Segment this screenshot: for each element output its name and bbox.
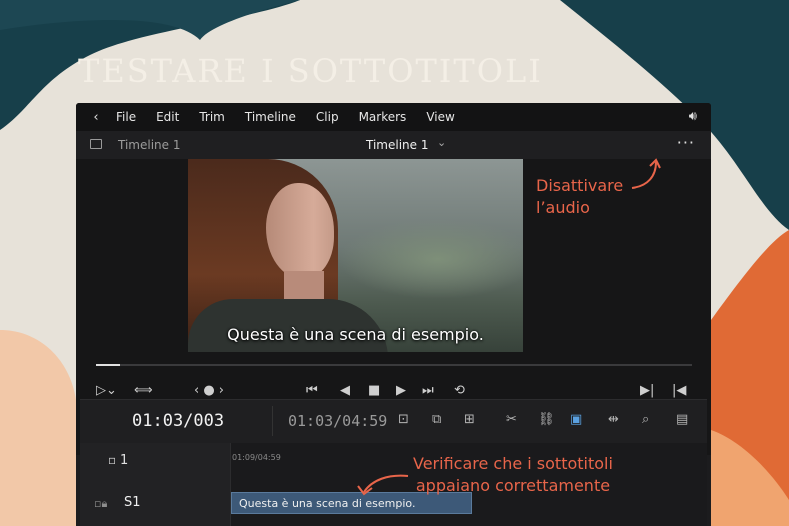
video-frame[interactable]: Questa è una scena di esempio. bbox=[188, 159, 523, 352]
check-annotation-line2: appaiano correttamente bbox=[415, 476, 611, 495]
mute-annotation-line2: l’audio bbox=[536, 198, 590, 217]
menu-edit[interactable]: Edit bbox=[156, 110, 179, 124]
arrow-to-menu bbox=[631, 158, 661, 189]
woman-face bbox=[266, 183, 334, 279]
timeline-tab-bar: Timeline 1 Timeline 1 ⌄ ··· bbox=[76, 131, 711, 160]
skip-end-icon[interactable]: ⏭︎ bbox=[422, 383, 434, 398]
scrubber-progress bbox=[96, 364, 120, 366]
viewer-left-panel bbox=[76, 159, 188, 352]
jog-icon[interactable]: ‹ ● › bbox=[194, 383, 224, 398]
film-icon: ▫ bbox=[108, 453, 117, 467]
overwrite-clip-icon[interactable]: ⧉ bbox=[432, 412, 441, 427]
timeline-title[interactable]: Timeline 1 bbox=[366, 138, 428, 152]
divider bbox=[272, 406, 273, 436]
subtitle-tool-icon[interactable]: ▣ bbox=[570, 412, 582, 427]
loop-icon[interactable]: ⟲ bbox=[454, 383, 465, 398]
chevron-down-icon[interactable]: ⌄ bbox=[437, 136, 446, 149]
current-timecode: 01:03/003 bbox=[132, 411, 225, 431]
menu-bar: ‹ File Edit Trim Timeline Clip Markers V… bbox=[76, 103, 711, 131]
menu-trim[interactable]: Trim bbox=[199, 110, 225, 124]
skip-start-icon[interactable]: ⏮︎ bbox=[306, 383, 318, 398]
menu-markers[interactable]: Markers bbox=[359, 110, 407, 124]
menu-timeline[interactable]: Timeline bbox=[245, 110, 296, 124]
mark-in-icon[interactable]: ▶| bbox=[640, 383, 654, 398]
pointer-tool-icon[interactable]: ▷⌄ bbox=[96, 383, 117, 398]
menu-view[interactable]: View bbox=[426, 110, 454, 124]
timeline-toolbar: 01:03/003 01:03/04:59 ⊡ ⧉ ⊞ ✂ ⛓ ▣ ⇹ ⌕ ▤ bbox=[80, 399, 707, 444]
duration-timecode: 01:03/04:59 bbox=[288, 412, 388, 430]
mute-annotation: Disattivare l’audio bbox=[536, 175, 623, 219]
play-icon[interactable]: ▶ bbox=[396, 383, 406, 398]
editor-window: ‹ File Edit Trim Timeline Clip Markers V… bbox=[76, 103, 711, 526]
subtitle-track-label: S1 bbox=[124, 495, 141, 510]
page-heading: TESTARE I SOTTOTITOLI bbox=[78, 52, 543, 90]
subtitle-overlay: Questa è una scena di esempio. bbox=[227, 325, 484, 344]
playback-scrubber[interactable] bbox=[96, 364, 692, 366]
track-headers bbox=[80, 443, 231, 526]
audio-meter-icon[interactable]: ▤ bbox=[676, 412, 688, 427]
menu-file[interactable]: File bbox=[116, 110, 136, 124]
insert-clip-icon[interactable]: ⊡ bbox=[398, 412, 409, 427]
stop-icon[interactable]: ■ bbox=[368, 383, 380, 398]
trim-icon[interactable]: ⇹ bbox=[608, 412, 619, 427]
snap-icon[interactable]: ⟺ bbox=[134, 383, 153, 398]
menu-clip[interactable]: Clip bbox=[316, 110, 339, 124]
timeline-tab[interactable]: Timeline 1 bbox=[118, 138, 180, 152]
arrow-to-clip bbox=[357, 474, 409, 496]
video-track-label: 1 bbox=[120, 453, 129, 468]
play-reverse-icon[interactable]: ◀ bbox=[340, 383, 350, 398]
timeline-ruler: 01:09/04:59 bbox=[232, 453, 281, 462]
replace-clip-icon[interactable]: ⊞ bbox=[464, 412, 475, 427]
chevron-left-icon[interactable]: ‹ bbox=[76, 110, 116, 125]
mark-out-icon[interactable]: |◀ bbox=[672, 383, 686, 398]
more-options-icon[interactable]: ··· bbox=[677, 133, 695, 152]
monitor-icon[interactable] bbox=[90, 139, 102, 149]
zoom-icon[interactable]: ⌕ bbox=[642, 412, 649, 427]
mute-annotation-line1: Disattivare bbox=[536, 176, 624, 195]
lock-icon[interactable]: ▫🔒︎ bbox=[94, 497, 107, 511]
link-icon[interactable]: ⛓ bbox=[538, 412, 555, 427]
background-window-blur bbox=[338, 219, 523, 299]
razor-icon[interactable]: ✂ bbox=[506, 412, 517, 427]
check-annotation: Verificare che i sottotitoli appaiano co… bbox=[413, 453, 613, 497]
speaker-volume-icon[interactable]: 🔊︎ bbox=[689, 109, 697, 124]
check-annotation-line1: Verificare che i sottotitoli bbox=[413, 454, 613, 473]
